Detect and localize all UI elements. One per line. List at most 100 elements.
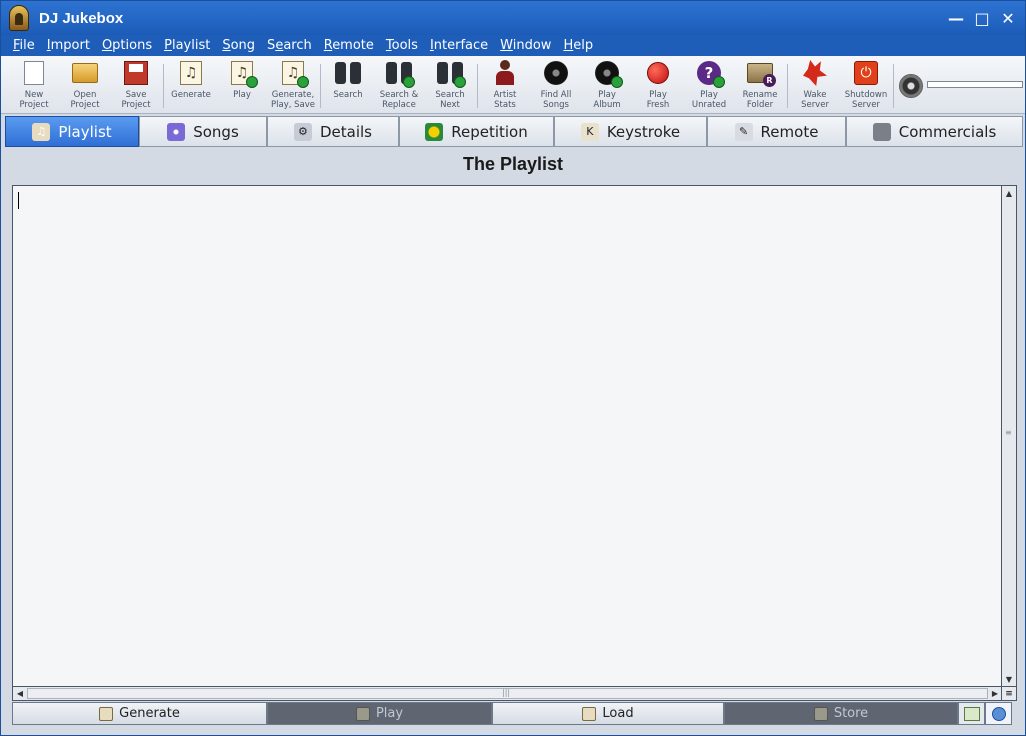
toolbar-open-project-button[interactable]: Open Project — [60, 58, 110, 112]
text-caret — [18, 192, 19, 209]
toolbar-label: Shutdown Server — [844, 90, 888, 110]
toolbar-play-fresh-button[interactable]: Play Fresh — [633, 58, 683, 112]
toolbar-label: Generate, Play, Save — [271, 90, 315, 110]
minimize-button[interactable]: — — [943, 5, 969, 31]
store-button[interactable]: Store — [724, 702, 958, 725]
scroll-up-arrow-icon[interactable]: ▲ — [1002, 186, 1016, 200]
toolbar-search-replace-button[interactable]: Search & Replace — [374, 58, 424, 112]
toolbar-wake-server-button[interactable]: Wake Server — [790, 58, 840, 112]
toolbar-generate-button[interactable]: ♫ Generate — [166, 58, 216, 112]
open-folder-icon — [72, 60, 98, 86]
toolbar-play-unrated-button[interactable]: ? Play Unrated — [684, 58, 734, 112]
menu-search[interactable]: Search — [261, 38, 318, 53]
toolbar-label: Find All Songs — [540, 90, 572, 110]
menu-song[interactable]: Song — [216, 38, 261, 53]
new-document-icon — [21, 60, 47, 86]
menu-interface[interactable]: Interface — [424, 38, 494, 53]
toolbar-label: Play Fresh — [646, 90, 670, 110]
tab-songs[interactable]: Songs — [139, 116, 267, 147]
toolbar-separator — [163, 64, 164, 108]
menu-label-part: mport — [50, 38, 90, 53]
menu-label-part: emote — [332, 38, 374, 53]
scroll-left-arrow-icon[interactable]: ◀ — [13, 687, 27, 700]
scroll-down-arrow-icon[interactable]: ▼ — [1002, 672, 1016, 686]
toolbar-generate-play-save-button[interactable]: ♫ Generate, Play, Save — [268, 58, 318, 112]
menu-label-part: ptions — [112, 38, 153, 53]
menu-label-part: laylist — [171, 38, 211, 53]
vertical-scrollbar[interactable]: ▲ ≡ ▼ — [1001, 186, 1016, 686]
close-icon: ✕ — [1001, 8, 1015, 28]
menu-playlist[interactable]: Playlist — [158, 38, 216, 53]
toolbar: New Project Open Project Save Project ♫ Gene… — [1, 56, 1025, 114]
window-controls: — □ ✕ — [943, 5, 1021, 31]
maximize-button[interactable]: □ — [969, 5, 995, 31]
menu-label-part: R — [323, 38, 333, 53]
find-songs-disc-icon — [543, 60, 569, 86]
tab-details[interactable]: ⚙ Details — [267, 116, 399, 147]
tab-repetition[interactable]: Repetition — [399, 116, 554, 147]
toolbar-new-project-button[interactable]: New Project — [9, 58, 59, 112]
generate-play-save-icon — [963, 706, 980, 721]
horizontal-scrollbar[interactable]: ◀ ||| ▶ — [13, 686, 1002, 700]
close-button[interactable]: ✕ — [995, 5, 1021, 31]
toolbar-find-all-songs-button[interactable]: Find All Songs — [531, 58, 581, 112]
menu-options[interactable]: Options — [96, 38, 158, 53]
menu-file[interactable]: File — [7, 38, 41, 53]
album-disc-icon — [594, 60, 623, 88]
minimize-icon: — — [948, 8, 964, 28]
playlist-editor[interactable]: ▲ ≡ ▼ ◀ ||| ▶ ≡ — [12, 185, 1017, 701]
toolbar-artist-stats-button[interactable]: Artist Stats — [480, 58, 530, 112]
generate-button[interactable]: Generate — [12, 702, 267, 725]
split-view-button[interactable]: ≡ — [1001, 686, 1016, 700]
load-button[interactable]: Load — [492, 702, 724, 725]
generate-play-save-button[interactable] — [958, 702, 985, 725]
menu-tools[interactable]: Tools — [380, 38, 424, 53]
menu-import[interactable]: Import — [41, 38, 96, 53]
menu-label-part: nterface — [433, 38, 489, 53]
toolbar-search-button[interactable]: Search — [323, 58, 373, 112]
play-button[interactable]: Play — [267, 702, 492, 725]
menu-label-part: O — [101, 38, 113, 53]
toolbar-rename-folder-button[interactable]: Rename Folder — [735, 58, 785, 112]
menu-label-part: W — [500, 38, 513, 53]
menu-help[interactable]: Help — [557, 38, 599, 53]
menu-remote[interactable]: Remote — [318, 38, 380, 53]
playlist-icon: ♫ — [32, 122, 51, 141]
toolbar-separator — [477, 64, 478, 108]
tab-commercials[interactable]: Commercials — [846, 116, 1023, 147]
music-note-icon — [991, 706, 1006, 721]
toolbar-separator — [893, 64, 894, 108]
toolbar-label: Play Album — [593, 90, 621, 110]
generate-icon — [99, 706, 114, 721]
binoculars-icon — [335, 60, 361, 86]
toolbar-label: Play — [233, 90, 251, 100]
toolbar-play-button[interactable]: ♫ Play — [217, 58, 267, 112]
window-title: DJ Jukebox — [39, 9, 124, 27]
tab-remote[interactable]: ✎ Remote — [707, 116, 846, 147]
toolbar-label: Save Project — [121, 90, 151, 110]
menu-label-part: elp — [573, 38, 594, 53]
toolbar-shutdown-server-button[interactable]: ⏻ Shutdown Server — [841, 58, 891, 112]
menu-label-part: arch — [283, 38, 312, 53]
tab-label: Commercials — [898, 122, 997, 141]
volume-slider[interactable] — [927, 81, 1023, 88]
menu-label-part: indow — [512, 38, 552, 53]
tab-keystroke[interactable]: K Keystroke — [554, 116, 707, 147]
menu-label-part: H — [563, 38, 574, 53]
play-icon — [355, 706, 370, 721]
repeat-icon — [425, 122, 444, 141]
toolbar-play-album-button[interactable]: Play Album — [582, 58, 632, 112]
toolbar-search-next-button[interactable]: Search Next — [425, 58, 475, 112]
toolbar-save-project-button[interactable]: Save Project — [111, 58, 161, 112]
scroll-right-arrow-icon[interactable]: ▶ — [988, 687, 1002, 700]
scroll-grip-icon: ≡ — [1005, 428, 1012, 437]
remote-icon: ✎ — [734, 122, 753, 141]
tab-playlist[interactable]: ♫ Playlist — [5, 116, 139, 147]
volume-speaker-icon[interactable] — [899, 74, 923, 98]
menu-label-part: ools — [391, 38, 418, 53]
menu-label-part: ong — [230, 38, 256, 53]
music-note-button[interactable] — [985, 702, 1012, 725]
gears-icon: ⚙ — [293, 122, 312, 141]
menu-window[interactable]: Window — [494, 38, 557, 53]
tab-label: Repetition — [451, 122, 528, 141]
